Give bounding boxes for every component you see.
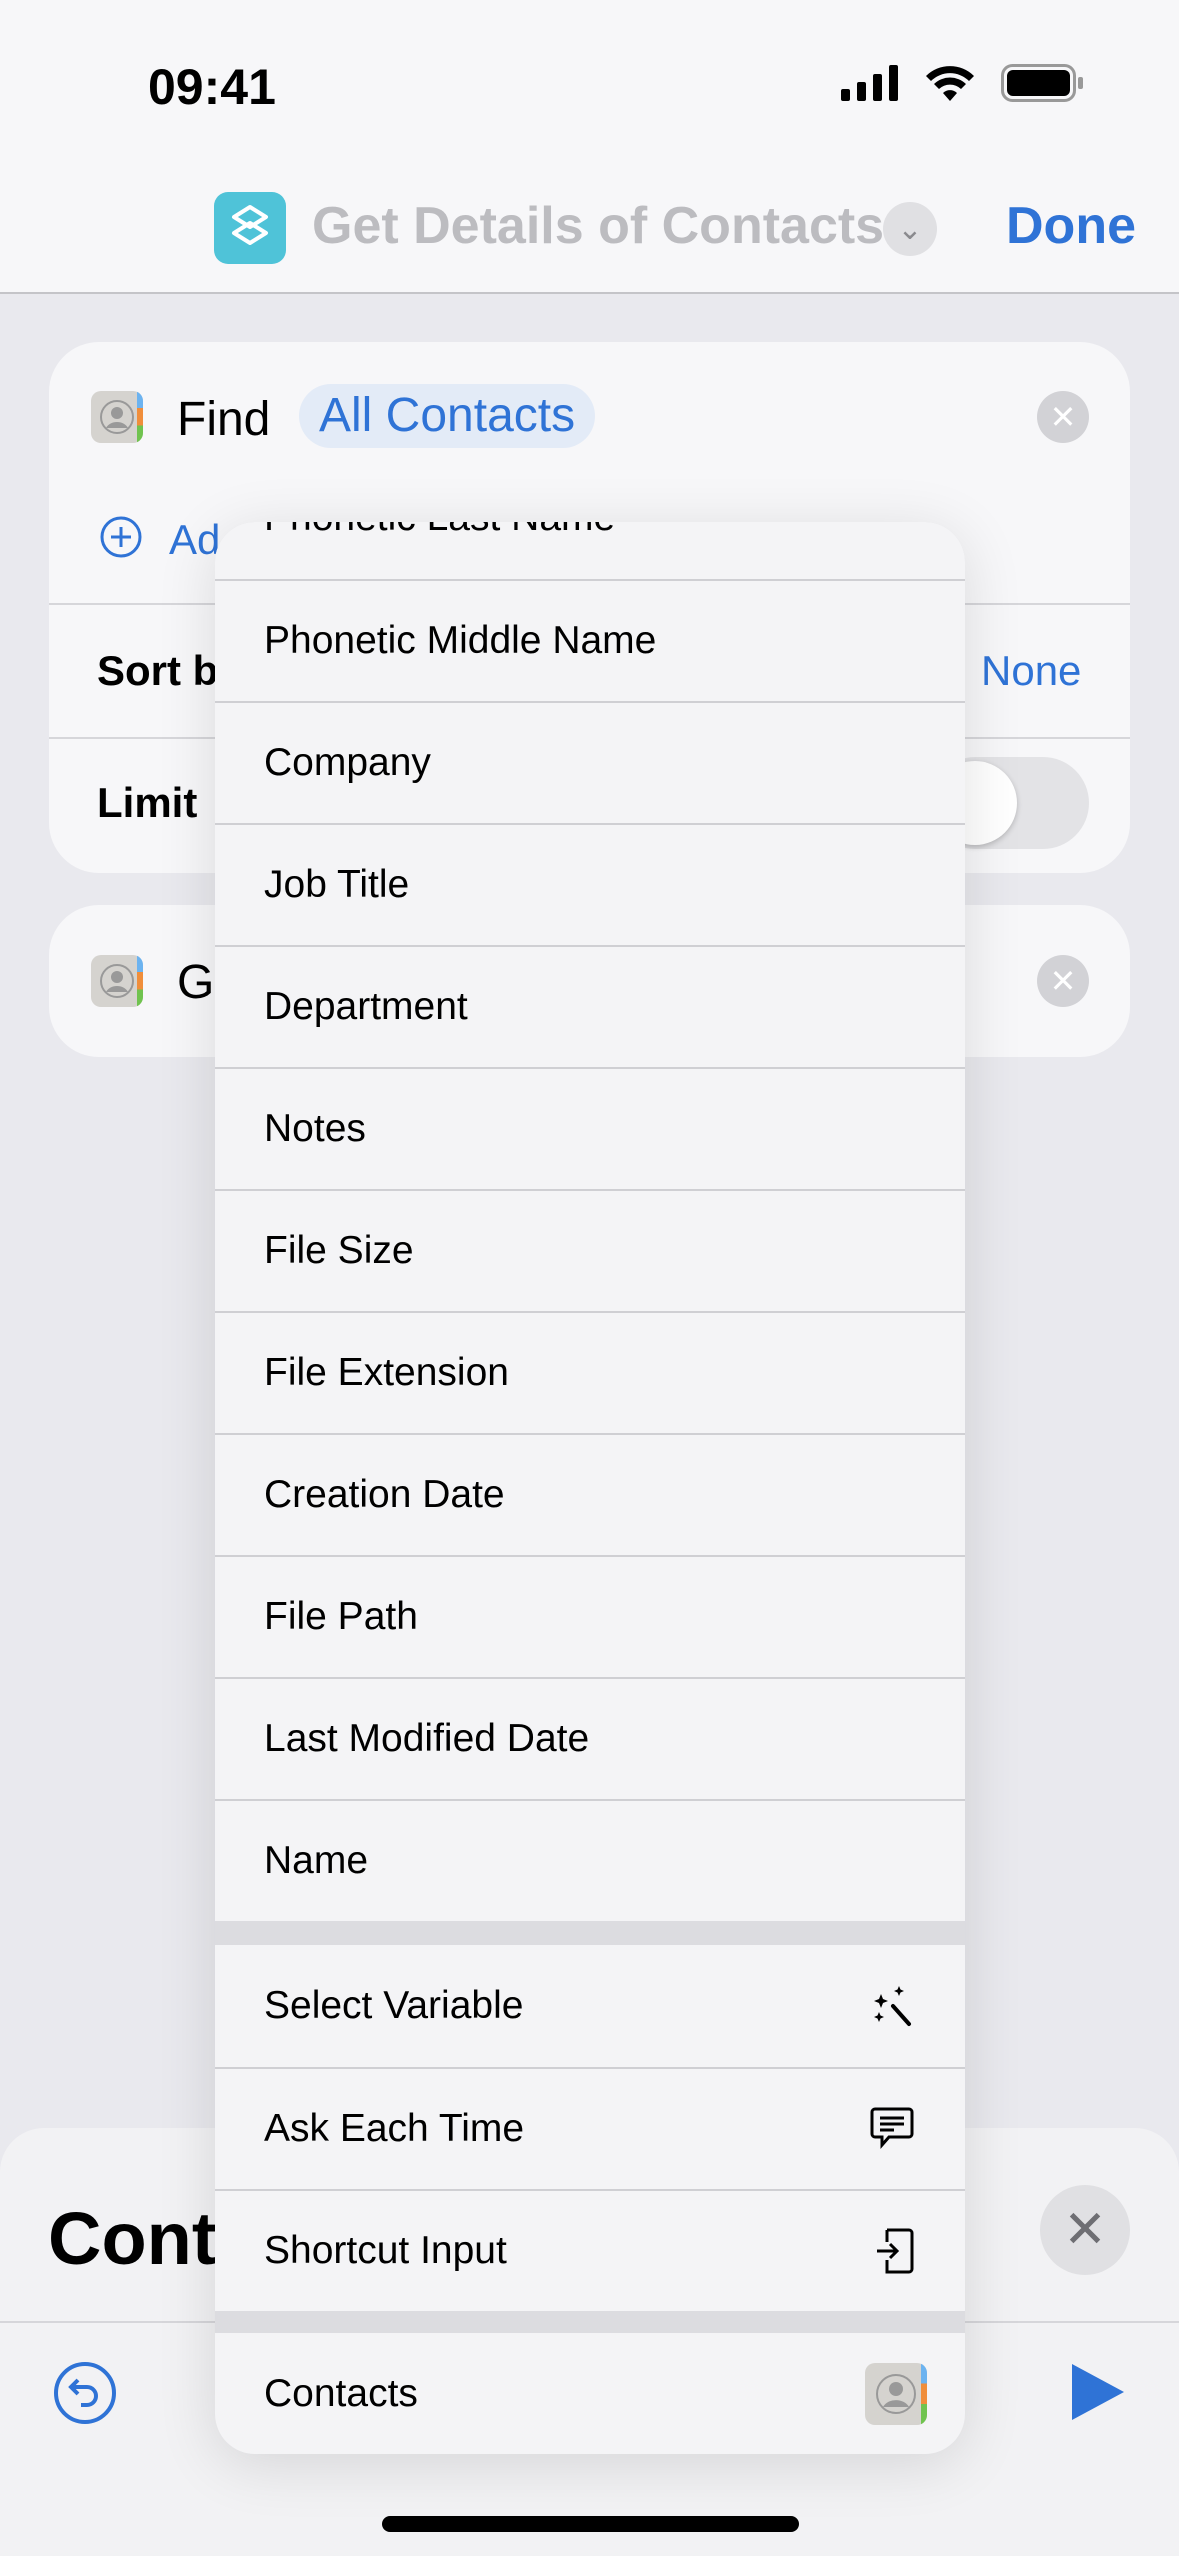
status-icons: [841, 64, 1083, 102]
add-circle-icon[interactable]: [99, 515, 143, 559]
menu-item[interactable]: File Path: [215, 1555, 965, 1677]
menu-item-ask-each-time[interactable]: Ask Each Time: [215, 2067, 965, 2189]
menu-item[interactable]: Creation Date: [215, 1433, 965, 1555]
menu-item-label: File Path: [264, 1595, 418, 1638]
remove-action-button[interactable]: ✕: [1037, 391, 1089, 443]
menu-item-label: Department: [264, 985, 468, 1028]
menu-item-label: Name: [264, 1839, 369, 1882]
menu-item-label: Creation Date: [264, 1473, 505, 1516]
undo-icon[interactable]: [52, 2360, 118, 2426]
status-time: 09:41: [148, 59, 276, 115]
menu-item-select-variable[interactable]: Select Variable: [215, 1945, 965, 2067]
limit-label: Limit: [97, 779, 198, 826]
close-sheet-button[interactable]: ✕: [1040, 2185, 1130, 2275]
menu-item[interactable]: Last Modified Date: [215, 1677, 965, 1799]
magic-wand-icon: [874, 1986, 911, 2026]
remove-action-button[interactable]: ✕: [1037, 955, 1089, 1007]
menu-item[interactable]: Job Title: [215, 823, 965, 945]
menu-item-label: File Size: [264, 1229, 414, 1272]
shortcut-input-icon: [877, 2228, 914, 2274]
menu-item-label: File Extension: [264, 1351, 509, 1394]
menu-item-contacts[interactable]: Contacts: [215, 2333, 965, 2454]
menu-item[interactable]: File Extension: [215, 1311, 965, 1433]
menu-item[interactable]: Phonetic Middle Name: [215, 579, 965, 701]
home-indicator: [382, 2516, 799, 2532]
contacts-app-icon: [865, 2363, 927, 2425]
menu-item-label: Job Title: [264, 863, 410, 906]
all-contacts-token[interactable]: All Contacts: [299, 384, 596, 448]
menu-item[interactable]: File Size: [215, 1189, 965, 1311]
menu-item-label: Phonetic Middle Name: [264, 619, 657, 662]
sort-by-label: Sort b: [97, 647, 219, 694]
get-details-label: G: [177, 956, 215, 1009]
sort-by-value[interactable]: None: [981, 647, 1081, 695]
cellular-signal-icon: [841, 65, 898, 101]
menu-item-shortcut-input[interactable]: Shortcut Input: [215, 2189, 965, 2311]
contacts-app-icon: [91, 955, 143, 1007]
chevron-down-icon[interactable]: ⌄: [883, 202, 937, 256]
menu-item-label: Contacts: [264, 2372, 418, 2415]
contacts-app-icon: [91, 391, 143, 443]
menu-item-label: Shortcut Input: [264, 2229, 507, 2272]
menu-item-label: Select Variable: [264, 1984, 524, 2027]
menu-item-label: Last Modified Date: [264, 1717, 590, 1760]
menu-item-label: Ask Each Time: [264, 2107, 525, 2150]
battery-icon: [1001, 64, 1083, 102]
find-label: Find: [177, 393, 271, 446]
menu-item[interactable]: Notes: [215, 1067, 965, 1189]
menu-item-label: Phonetic Last Name: [264, 522, 615, 540]
parameter-menu: Phonetic Last Name Phonetic Middle Name …: [215, 522, 965, 2454]
done-button[interactable]: Done: [1006, 196, 1136, 256]
sheet-title: Cont: [48, 2197, 217, 2280]
menu-item-label: Notes: [264, 1107, 366, 1150]
shortcut-app-icon[interactable]: [214, 192, 286, 264]
menu-item[interactable]: Company: [215, 701, 965, 823]
run-play-icon[interactable]: [1072, 2364, 1124, 2420]
menu-item-label: Company: [264, 741, 431, 784]
menu-item[interactable]: Phonetic Last Name: [215, 522, 965, 579]
speech-bubble-icon: [870, 2107, 914, 2149]
add-filter-button[interactable]: Ad: [169, 516, 220, 564]
menu-item[interactable]: Department: [215, 945, 965, 1067]
wifi-icon: [926, 66, 974, 101]
action-title[interactable]: Get Details of Contacts: [312, 196, 884, 256]
menu-item[interactable]: Name: [215, 1799, 965, 1921]
